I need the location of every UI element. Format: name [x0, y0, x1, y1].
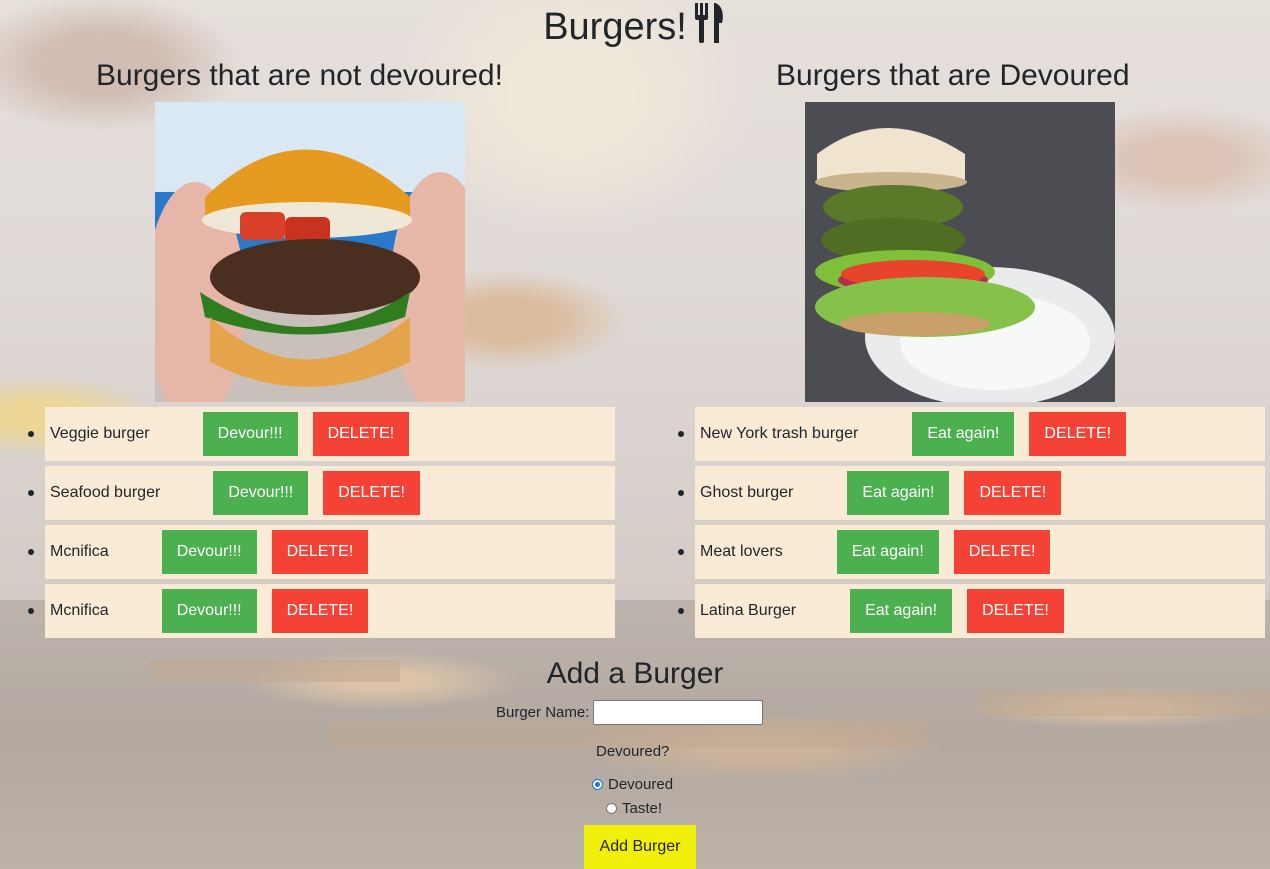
not-devoured-list: Veggie burger Devour!!! DELETE! Seafood … — [28, 407, 615, 643]
delete-button[interactable]: DELETE! — [1029, 412, 1127, 456]
devoured-heading: Burgers that are Devoured — [776, 59, 1130, 92]
burger-name-label: Burger Name: — [496, 704, 590, 721]
burger-name-row: Burger Name: — [496, 700, 764, 725]
bullet — [28, 431, 34, 437]
eat-again-button[interactable]: Eat again! — [912, 412, 1015, 456]
list-item: Latina Burger Eat again! DELETE! — [678, 584, 1265, 638]
delete-button[interactable]: DELETE! — [271, 530, 369, 574]
add-burger-heading: Add a Burger — [546, 657, 724, 690]
burger-photo — [155, 102, 465, 402]
bullet — [28, 490, 34, 496]
burger-name: New York trash burger — [700, 425, 859, 442]
list-item: Meat lovers Eat again! DELETE! — [678, 525, 1265, 579]
devoured-radio[interactable] — [592, 779, 603, 790]
devoured-question: Devoured? — [596, 743, 670, 760]
burger-name: Mcnifica — [50, 602, 109, 619]
bullet — [28, 549, 34, 555]
eat-again-button[interactable]: Eat again! — [847, 471, 950, 515]
taste-option-label: Taste! — [622, 800, 663, 817]
bullet — [28, 608, 34, 614]
taste-option[interactable]: Taste! — [606, 800, 662, 817]
burger-name: Meat lovers — [700, 543, 783, 560]
delete-button[interactable]: DELETE! — [271, 589, 369, 633]
bullet — [678, 431, 684, 437]
list-item: Mcnifica Devour!!! DELETE! — [28, 584, 615, 638]
bullet — [678, 549, 684, 555]
devour-button[interactable]: Devour!!! — [213, 471, 309, 515]
devoured-option-label: Devoured — [608, 776, 674, 793]
list-item: Veggie burger Devour!!! DELETE! — [28, 407, 615, 461]
list-item: Seafood burger Devour!!! DELETE! — [28, 466, 615, 520]
burger-name-input[interactable] — [593, 700, 764, 725]
list-item: Ghost burger Eat again! DELETE! — [678, 466, 1265, 520]
not-devoured-heading: Burgers that are not devoured! — [96, 59, 503, 92]
list-item: New York trash burger Eat again! DELETE! — [678, 407, 1265, 461]
delete-button[interactable]: DELETE! — [964, 471, 1062, 515]
devour-button[interactable]: Devour!!! — [161, 589, 257, 633]
delete-button[interactable]: DELETE! — [967, 589, 1064, 633]
devoured-option[interactable]: Devoured — [592, 776, 673, 793]
delete-button[interactable]: DELETE! — [323, 471, 420, 515]
burger-name: Mcnifica — [50, 543, 109, 560]
burger-name: Seafood burger — [50, 484, 161, 501]
eat-again-button[interactable]: Eat again! — [836, 530, 939, 574]
devoured-list: New York trash burger Eat again! DELETE!… — [678, 407, 1265, 643]
taste-radio[interactable] — [606, 803, 617, 814]
delete-button[interactable]: DELETE! — [312, 412, 410, 456]
eat-again-button[interactable]: Eat again! — [850, 589, 953, 633]
add-burger-button[interactable]: Add Burger — [584, 825, 696, 869]
veggie-burger-photo — [805, 102, 1115, 402]
utensils-icon — [693, 3, 727, 54]
devour-button[interactable]: Devour!!! — [202, 412, 298, 456]
bullet — [678, 608, 684, 614]
burger-name: Latina Burger — [700, 602, 797, 619]
devour-button[interactable]: Devour!!! — [161, 530, 257, 574]
list-item: Mcnifica Devour!!! DELETE! — [28, 525, 615, 579]
delete-button[interactable]: DELETE! — [953, 530, 1051, 574]
page-title: Burgers! — [0, 3, 1270, 54]
burger-name: Veggie burger — [50, 425, 150, 442]
bullet — [678, 490, 684, 496]
burger-name: Ghost burger — [700, 484, 794, 501]
